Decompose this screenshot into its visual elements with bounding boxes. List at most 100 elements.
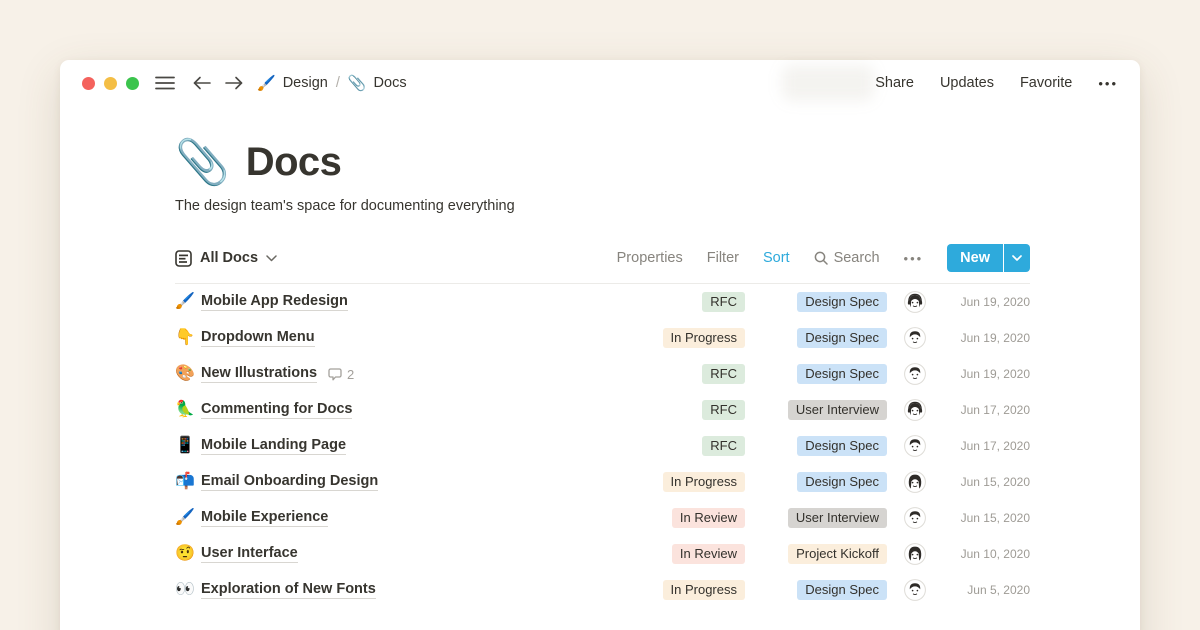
new-button[interactable]: New <box>947 244 1030 272</box>
sort-button[interactable]: Sort <box>763 250 790 266</box>
breadcrumb-label: Docs <box>374 75 407 91</box>
breadcrumb-item-docs[interactable]: 📎 Docs <box>348 74 407 92</box>
properties-button[interactable]: Properties <box>617 250 683 266</box>
table-row[interactable]: 🖌️Mobile App RedesignRFCDesign SpecJun 1… <box>175 284 1030 320</box>
hamburger-menu-icon[interactable] <box>155 75 175 91</box>
doc-title-link[interactable]: Exploration of New Fonts <box>201 581 376 599</box>
search-label: Search <box>834 250 880 266</box>
status-column: RFC <box>635 364 745 384</box>
avatar <box>904 579 926 601</box>
table-row[interactable]: 👇Dropdown Menu In Progress Design Spec Jun … <box>175 320 1030 356</box>
zoom-window-button[interactable] <box>126 77 139 90</box>
doc-title-link[interactable]: New Illustrations <box>201 365 317 383</box>
doc-emoji-icon: 👀 <box>175 582 201 598</box>
notion-window: 🖌️ Design / 📎 Docs Share Updates Favorite ••• 📎… <box>60 60 1140 630</box>
search-button[interactable]: Search <box>814 250 880 266</box>
type-tag[interactable]: Project Kickoff <box>788 544 887 564</box>
breadcrumb-label: Design <box>283 75 328 91</box>
type-tag[interactable]: Design Spec <box>797 292 887 312</box>
date-cell: Jun 19, 2020 <box>936 331 1030 345</box>
breadcrumb-separator: / <box>336 75 340 91</box>
table-row[interactable]: 📱Mobile Landing PageRFCDesign SpecJun 17… <box>175 428 1030 464</box>
date-cell: Jun 10, 2020 <box>936 547 1030 561</box>
minimize-window-button[interactable] <box>104 77 117 90</box>
topbar-action-updates[interactable]: Updates <box>940 75 994 91</box>
status-tag[interactable]: In Progress <box>663 328 745 348</box>
doc-emoji-icon: 🖌️ <box>175 294 201 310</box>
doc-emoji-icon: 📬 <box>175 474 201 490</box>
search-icon <box>814 251 828 265</box>
doc-title-link[interactable]: Commenting for Docs <box>201 401 352 419</box>
type-column: Design Spec <box>763 328 887 348</box>
type-tag[interactable]: Design Spec <box>797 328 887 348</box>
status-tag[interactable]: In Progress <box>663 472 745 492</box>
status-tag[interactable]: In Progress <box>663 580 745 600</box>
topbar-more-button[interactable]: ••• <box>1098 76 1118 91</box>
topbar-action-share[interactable]: Share <box>875 75 914 91</box>
avatar <box>904 471 926 493</box>
topbar-action-favorite[interactable]: Favorite <box>1020 75 1072 91</box>
page-icon-paperclip: 📎 <box>175 141 230 185</box>
type-column: Design Spec <box>763 436 887 456</box>
table-row[interactable]: 🦜Commenting for DocsRFCUser InterviewJun… <box>175 392 1030 428</box>
toolbar-more-button[interactable]: ••• <box>904 251 924 266</box>
avatar <box>904 327 926 349</box>
table-row[interactable]: 🖌️Mobile Experience In Review User Intervi… <box>175 500 1030 536</box>
type-tag[interactable]: User Interview <box>788 508 887 528</box>
type-tag[interactable]: Design Spec <box>797 472 887 492</box>
table-row[interactable]: 👀Exploration of New Fonts In Progress Desi… <box>175 572 1030 608</box>
view-toolbar: All Docs Properties Filter Sort Search <box>175 244 1030 284</box>
type-column: Design Spec <box>763 580 887 600</box>
view-name: All Docs <box>200 250 258 266</box>
new-button-label[interactable]: New <box>947 244 1003 272</box>
avatar <box>904 363 926 385</box>
doc-emoji-icon: 🖌️ <box>175 510 201 526</box>
status-tag[interactable]: In Review <box>672 508 745 528</box>
forward-arrow-icon[interactable] <box>225 76 243 90</box>
new-button-chevron[interactable] <box>1004 244 1030 272</box>
table-row[interactable]: 🤨User InterfaceIn ReviewProject KickoffJ… <box>175 536 1030 572</box>
table-row[interactable]: 🎨New Illustrations 2 RFC Design Spec Jun 19,… <box>175 356 1030 392</box>
type-tag[interactable]: Design Spec <box>797 580 887 600</box>
doc-title-link[interactable]: Mobile Experience <box>201 509 328 527</box>
date-cell: Jun 17, 2020 <box>936 403 1030 417</box>
status-tag[interactable]: RFC <box>702 400 745 420</box>
type-column: Design Spec <box>763 364 887 384</box>
close-window-button[interactable] <box>82 77 95 90</box>
view-switcher[interactable]: All Docs <box>175 250 277 267</box>
status-column: RFC <box>635 292 745 312</box>
date-cell: Jun 19, 2020 <box>936 367 1030 381</box>
window-topbar: 🖌️ Design / 📎 Docs Share Updates Favorite ••• <box>60 60 1140 106</box>
comment-count: 2 <box>328 367 354 382</box>
chevron-down-icon <box>266 255 277 262</box>
doc-title-link[interactable]: User Interface <box>201 545 298 563</box>
doc-title-link[interactable]: Mobile Landing Page <box>201 437 346 455</box>
status-tag[interactable]: RFC <box>702 436 745 456</box>
toolbar-right: Properties Filter Sort Search ••• New <box>617 244 1030 272</box>
doc-title-link[interactable]: Dropdown Menu <box>201 329 315 347</box>
status-tag[interactable]: In Review <box>672 544 745 564</box>
doc-emoji-icon: 🎨 <box>175 366 201 382</box>
status-column: In Progress <box>635 328 745 348</box>
status-column: RFC <box>635 436 745 456</box>
doc-title-link[interactable]: Email Onboarding Design <box>201 473 378 491</box>
status-tag[interactable]: RFC <box>702 364 745 384</box>
type-tag[interactable]: User Interview <box>788 400 887 420</box>
doc-emoji-icon: 👇 <box>175 330 201 346</box>
breadcrumb-icon: 🖌️ <box>257 74 276 92</box>
type-tag[interactable]: Design Spec <box>797 364 887 384</box>
avatar <box>904 435 926 457</box>
back-arrow-icon[interactable] <box>193 76 211 90</box>
table-row[interactable]: 📬Email Onboarding Design In Progress Desig… <box>175 464 1030 500</box>
filter-button[interactable]: Filter <box>707 250 739 266</box>
list-view-icon <box>175 250 192 267</box>
doc-title-link[interactable]: Mobile App Redesign <box>201 293 348 311</box>
type-tag[interactable]: Design Spec <box>797 436 887 456</box>
breadcrumb-item-design[interactable]: 🖌️ Design <box>257 74 328 92</box>
status-column: In Progress <box>635 472 745 492</box>
avatar <box>904 291 926 313</box>
status-column: In Progress <box>635 580 745 600</box>
breadcrumb-icon: 📎 <box>348 74 367 92</box>
date-cell: Jun 15, 2020 <box>936 475 1030 489</box>
status-tag[interactable]: RFC <box>702 292 745 312</box>
